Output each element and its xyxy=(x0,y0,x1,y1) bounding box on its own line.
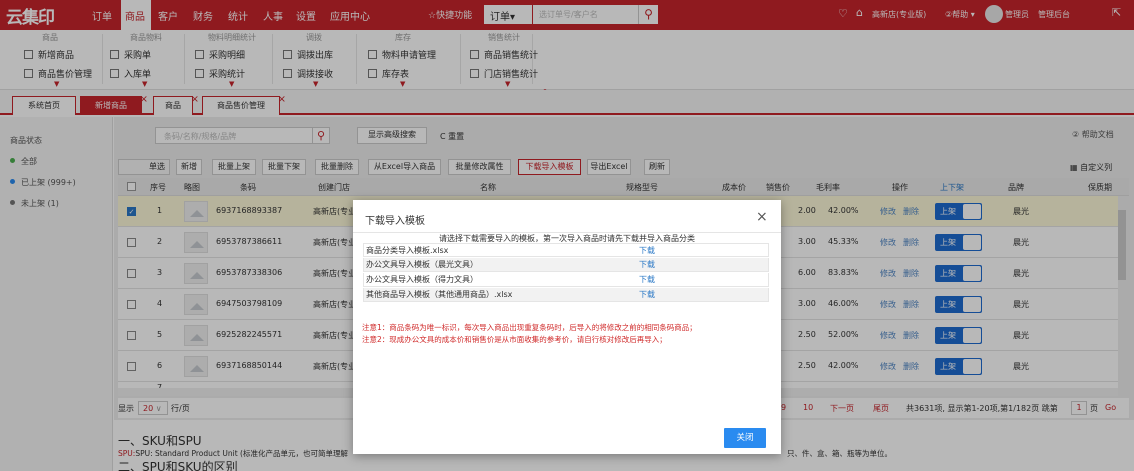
download-template-dialog: 下载导入模板 × 请选择下载需要导入的模板，第一次导入商品时请先下载并导入商品分… xyxy=(353,200,781,454)
close-button[interactable]: 关闭 xyxy=(724,428,766,448)
warning-text: 注意2：现成办公文具的成本价和销售价是从市面收集的参考价，请自行核对修改后再导入… xyxy=(362,335,667,344)
download-link[interactable]: 下载 xyxy=(639,258,655,271)
dialog-title: 下载导入模板 xyxy=(365,216,425,227)
close-icon[interactable]: × xyxy=(756,209,768,225)
template-row: 办公文具导入模板（晨光文具） 下载 xyxy=(363,258,769,272)
template-row: 其他商品导入模板（其他通用商品）.xlsx 下载 xyxy=(363,288,769,302)
download-link[interactable]: 下载 xyxy=(639,244,655,257)
template-row: 商品分类导入模板.xlsx 下载 xyxy=(363,243,769,257)
download-link[interactable]: 下载 xyxy=(639,273,655,286)
template-row: 办公文具导入模板（得力文具） 下载 xyxy=(363,273,769,287)
warning-text: 注意1：商品条码为唯一标识，每次导入商品出现重复条码时，后导入的将修改之前的相同… xyxy=(362,323,697,332)
download-link[interactable]: 下载 xyxy=(639,288,655,301)
